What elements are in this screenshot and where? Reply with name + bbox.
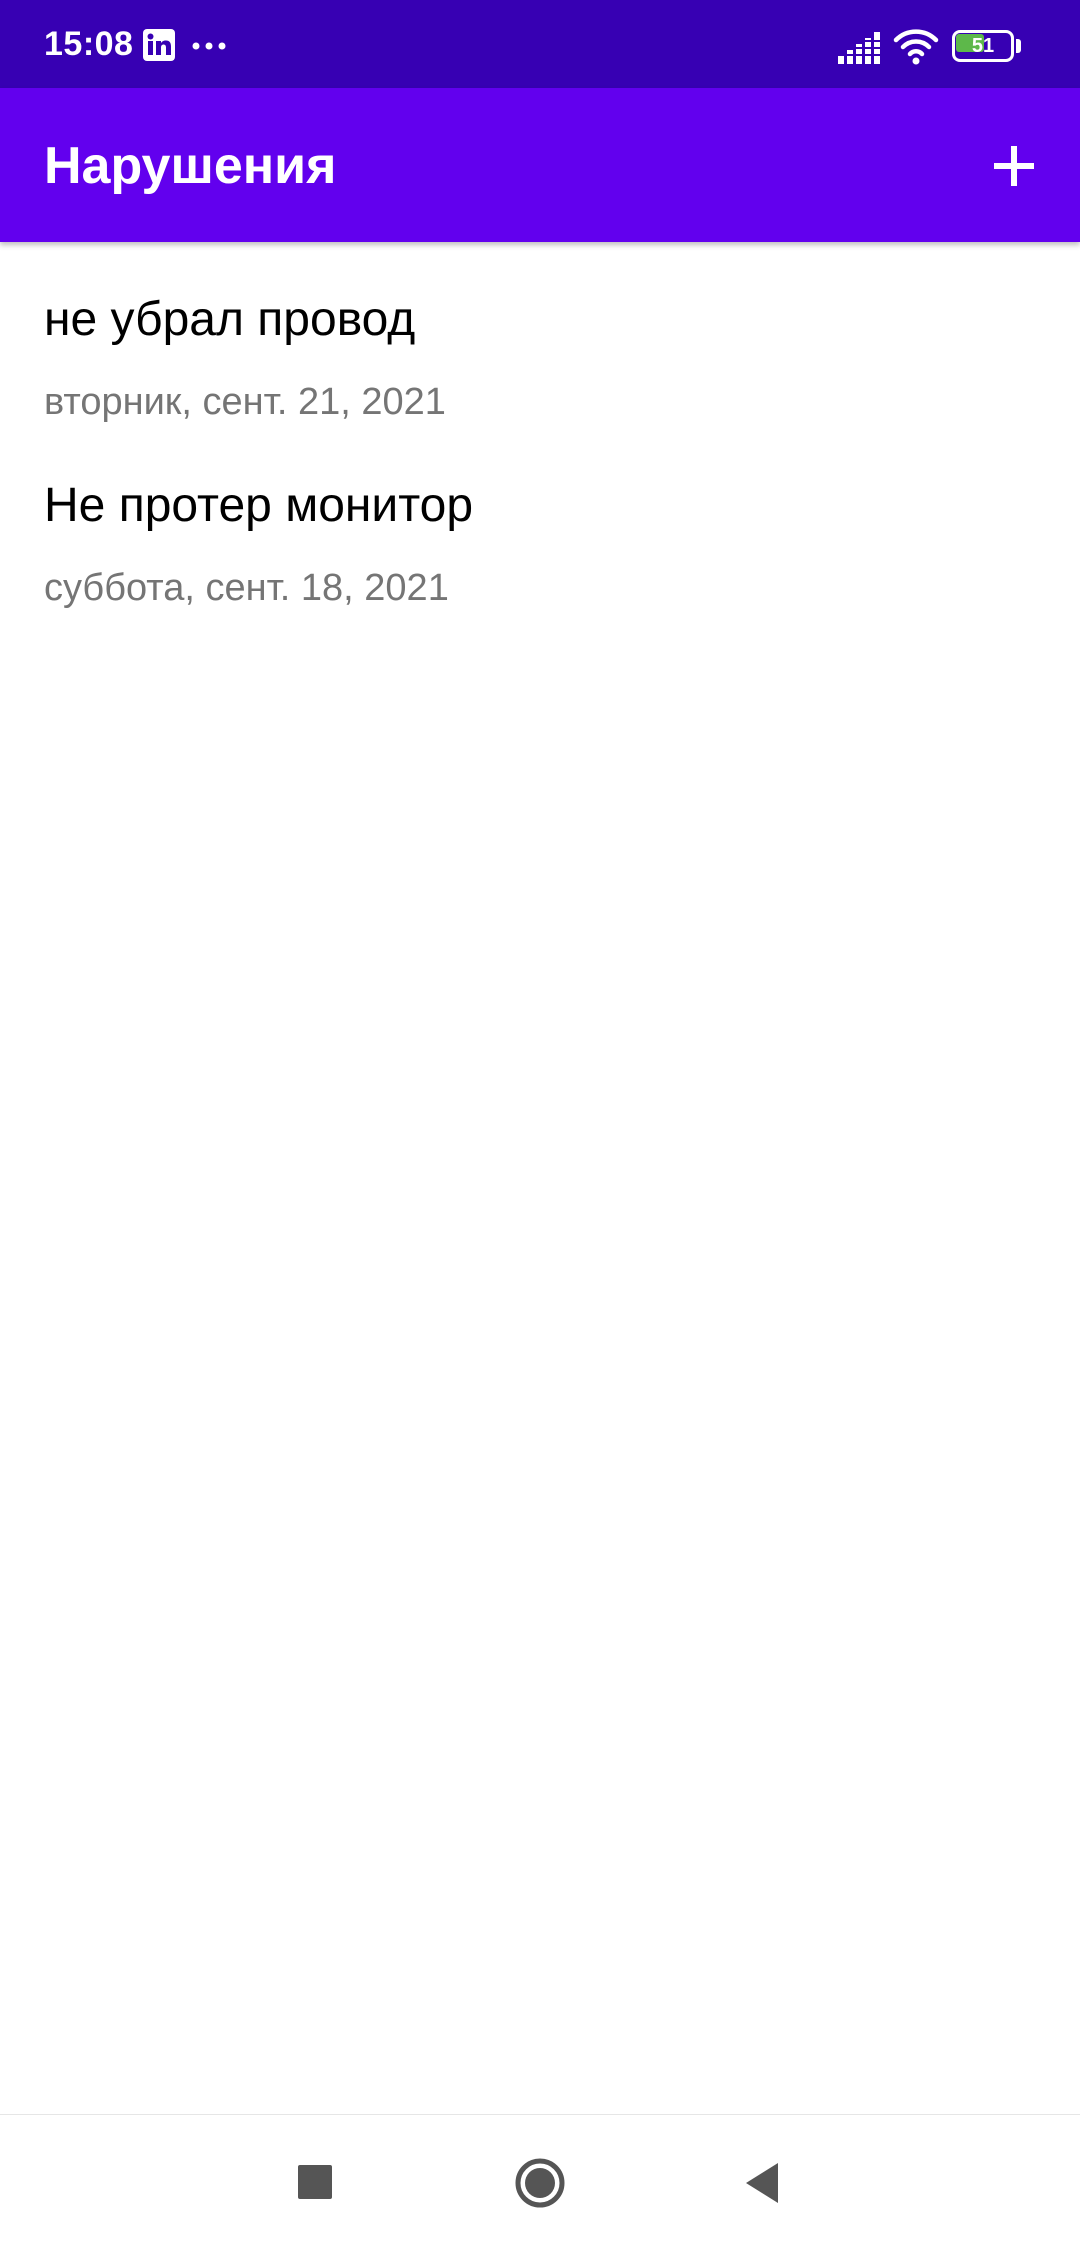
home-circle-icon bbox=[515, 2158, 565, 2208]
battery-icon: 51 bbox=[952, 30, 1024, 64]
violation-date: вторник, сент. 21, 2021 bbox=[44, 381, 446, 423]
system-nav-bar bbox=[0, 2114, 1080, 2246]
battery-tip bbox=[1016, 39, 1021, 53]
violation-title: не убрал провод bbox=[44, 293, 416, 346]
wifi-icon bbox=[892, 26, 940, 66]
recents-button[interactable] bbox=[280, 2147, 352, 2219]
back-triangle-icon bbox=[746, 2163, 778, 2203]
battery-level: 51 bbox=[971, 35, 995, 57]
recents-square-icon bbox=[298, 2165, 332, 2199]
app-bar: Нарушения bbox=[0, 88, 1080, 242]
home-button[interactable] bbox=[504, 2147, 576, 2219]
list-item[interactable]: не убрал провод вторник, сент. 21, 2021 bbox=[0, 242, 1080, 428]
linkedin-icon bbox=[142, 28, 176, 62]
status-bar: 15:08 51 bbox=[0, 0, 1080, 88]
back-button[interactable] bbox=[728, 2147, 800, 2219]
more-dots-icon bbox=[190, 30, 230, 62]
screen: 15:08 51 Нарушения не убрал провод вторн… bbox=[0, 0, 1080, 2246]
violation-date: суббота, сент. 18, 2021 bbox=[44, 567, 449, 609]
page-title: Нарушения bbox=[44, 137, 337, 195]
violation-title: Не протер монитор bbox=[44, 479, 474, 532]
status-time: 15:08 bbox=[44, 25, 134, 63]
violations-list: не убрал провод вторник, сент. 21, 2021 … bbox=[0, 242, 1080, 614]
add-violation-button[interactable] bbox=[980, 132, 1048, 200]
plus-icon bbox=[994, 146, 1034, 186]
list-item[interactable]: Не протер монитор суббота, сент. 18, 202… bbox=[0, 428, 1080, 614]
signal-icon bbox=[836, 30, 882, 66]
